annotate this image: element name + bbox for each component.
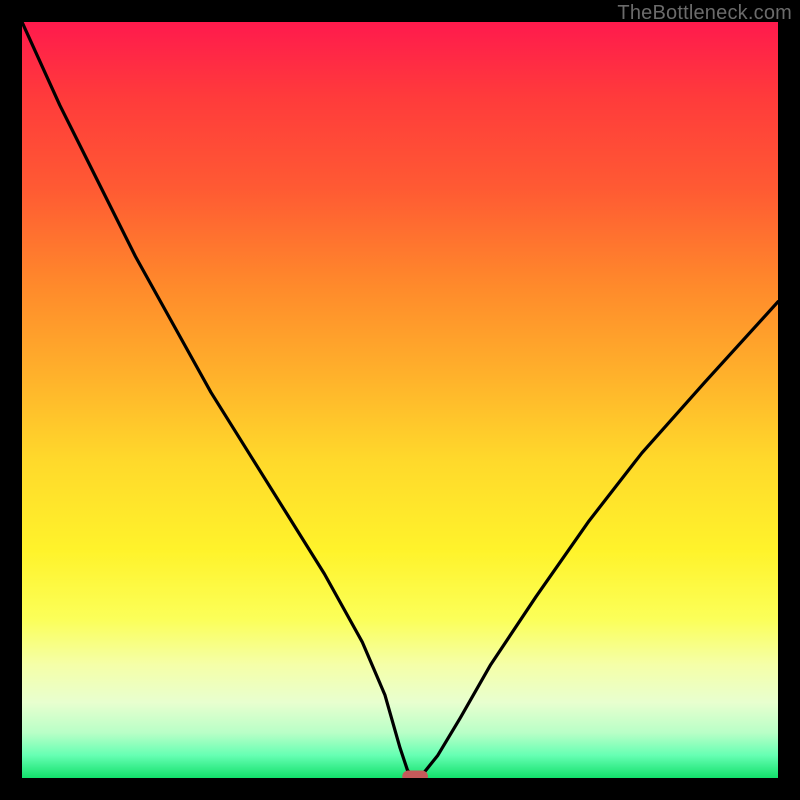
chart-frame: TheBottleneck.com bbox=[0, 0, 800, 800]
bottleneck-curve bbox=[22, 22, 778, 778]
chart-svg bbox=[22, 22, 778, 778]
plot-area bbox=[22, 22, 778, 778]
min-marker bbox=[402, 770, 428, 778]
